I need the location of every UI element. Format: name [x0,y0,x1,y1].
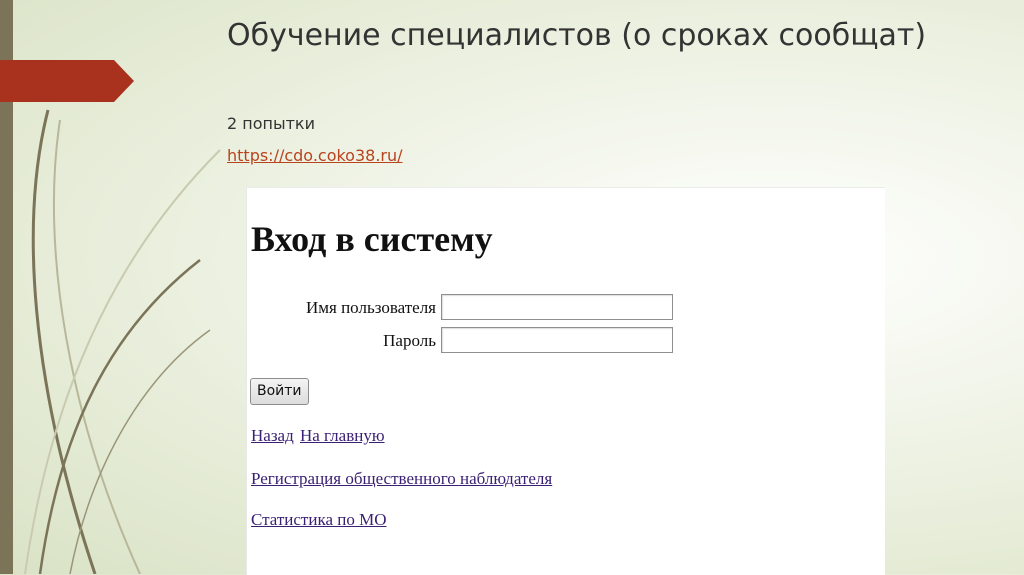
site-link[interactable]: https://cdo.coko38.ru/ [227,146,403,165]
statistics-link[interactable]: Статистика по МО [251,510,387,530]
login-screenshot: Вход в систему Имя пользователя Пароль В… [246,187,885,575]
title-arrow-marker [0,60,134,102]
password-row: Пароль [247,327,436,355]
login-heading: Вход в систему [251,219,493,259]
username-label: Имя пользователя [305,298,436,317]
password-input[interactable] [441,327,673,353]
nav-links-row: Назад На главную [247,426,385,446]
username-row: Имя пользователя [247,294,436,322]
slide-subtitle: 2 попытки [227,114,315,133]
login-button[interactable]: Войти [250,378,309,405]
home-link[interactable]: На главную [300,426,385,445]
username-input[interactable] [441,294,673,320]
back-link[interactable]: Назад [251,426,294,445]
password-label: Пароль [383,331,436,350]
slide-title: Обучение специалистов (о сроках сообщат) [227,18,927,53]
register-observer-link[interactable]: Регистрация общественного наблюдателя [251,469,552,489]
